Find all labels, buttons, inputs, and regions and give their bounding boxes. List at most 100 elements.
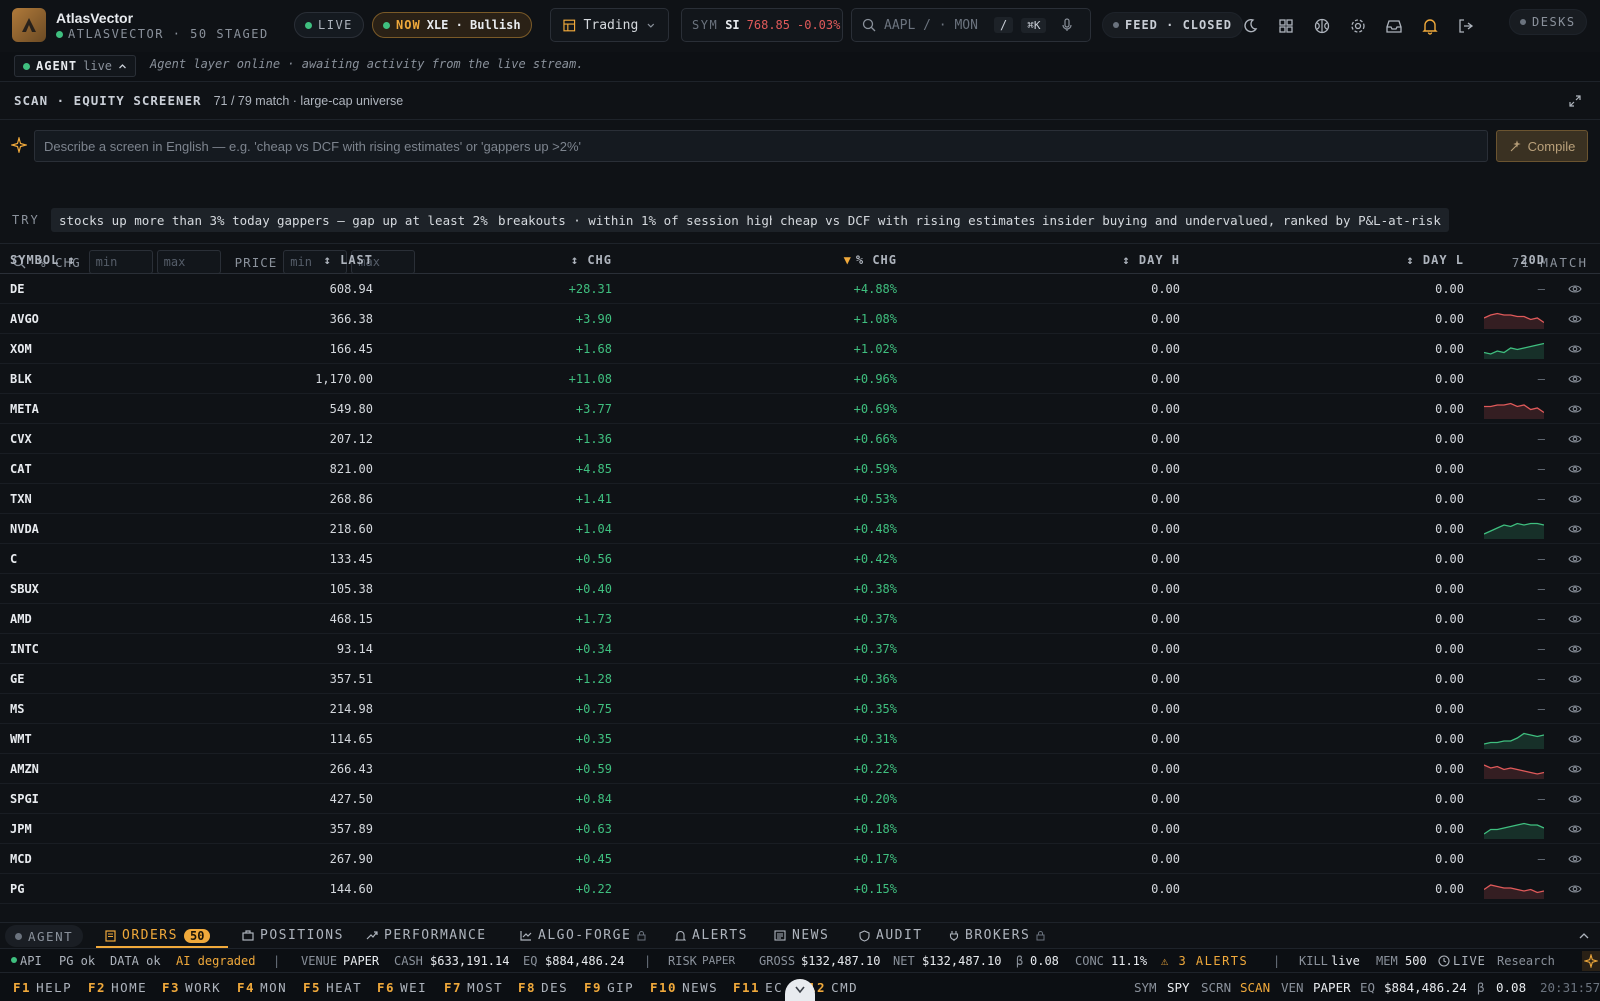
agent-toggle[interactable]: AGENT live (14, 55, 137, 77)
function-key-f10[interactable]: F10 NEWS (650, 980, 718, 995)
watch-eye-icon[interactable] (1568, 584, 1582, 594)
suggestion-chip[interactable]: cheap vs DCF with rising estimates (772, 208, 1044, 232)
table-row[interactable]: NVDA 218.60 +1.04 +0.48% 0.00 0.00 (0, 514, 1600, 544)
function-key-f5[interactable]: F5 HEAT (303, 980, 362, 995)
col-day-high[interactable]: ↕ DAY H (1122, 253, 1180, 267)
watch-eye-icon[interactable] (1568, 554, 1582, 564)
table-row[interactable]: SBUX 105.38 +0.40 +0.38% 0.00 0.00 — (0, 574, 1600, 604)
watch-eye-icon[interactable] (1568, 884, 1582, 894)
watch-eye-icon[interactable] (1568, 794, 1582, 804)
logout-icon[interactable] (1457, 17, 1475, 35)
table-row[interactable]: SPGI 427.50 +0.84 +0.20% 0.00 0.00 — (0, 784, 1600, 814)
scroll-handle-button[interactable] (785, 979, 815, 1001)
alerts-count[interactable]: ⚠ 3 ALERTS (1161, 954, 1248, 968)
bell-icon[interactable] (1421, 17, 1439, 35)
table-row[interactable]: AMD 468.15 +1.73 +0.37% 0.00 0.00 — (0, 604, 1600, 634)
tab-positions[interactable]: POSITIONS (242, 928, 344, 943)
table-row[interactable]: C 133.45 +0.56 +0.42% 0.00 0.00 — (0, 544, 1600, 574)
tab-alerts[interactable]: ALERTS (675, 928, 748, 943)
function-key-12[interactable]: 12 CMD (808, 980, 858, 995)
watch-eye-icon[interactable] (1568, 524, 1582, 534)
table-row[interactable]: CVX 207.12 +1.36 +0.66% 0.00 0.00 — (0, 424, 1600, 454)
watch-eye-icon[interactable] (1568, 674, 1582, 684)
tab-algo-forge[interactable]: ALGO-FORGE (520, 928, 646, 943)
watch-eye-icon[interactable] (1568, 854, 1582, 864)
function-key-f4[interactable]: F4 MON (237, 980, 287, 995)
feed-status[interactable]: FEED · CLOSED (1102, 12, 1243, 38)
table-row[interactable]: GE 357.51 +1.28 +0.36% 0.00 0.00 — (0, 664, 1600, 694)
col-last[interactable]: ↕ LAST (324, 253, 373, 267)
tab-audit[interactable]: AUDIT (859, 928, 923, 943)
grid-icon[interactable] (1277, 17, 1295, 35)
table-row[interactable]: XOM 166.45 +1.68 +1.02% 0.00 0.00 (0, 334, 1600, 364)
function-key-f9[interactable]: F9 GIP (584, 980, 634, 995)
command-search[interactable]: AAPL / · MON / ⌘K (851, 8, 1091, 42)
table-row[interactable]: JPM 357.89 +0.63 +0.18% 0.00 0.00 (0, 814, 1600, 844)
table-row[interactable]: MCD 267.90 +0.45 +0.17% 0.00 0.00 — (0, 844, 1600, 874)
search-input[interactable]: AAPL / · MON (884, 18, 986, 33)
watch-eye-icon[interactable] (1568, 344, 1582, 354)
suggestion-chip[interactable]: breakouts · within 1% of session high (490, 208, 785, 232)
brain-icon[interactable] (1313, 17, 1331, 35)
moon-icon[interactable] (1241, 17, 1259, 35)
watch-eye-icon[interactable] (1568, 734, 1582, 744)
table-row[interactable]: INTC 93.14 +0.34 +0.37% 0.00 0.00 — (0, 634, 1600, 664)
tab-performance[interactable]: PERFORMANCE (366, 928, 487, 943)
watch-eye-icon[interactable] (1568, 494, 1582, 504)
watch-eye-icon[interactable] (1568, 704, 1582, 714)
suggestion-chip[interactable]: insider buying and undervalued, ranked b… (1034, 208, 1449, 232)
table-row[interactable]: MS 214.98 +0.75 +0.35% 0.00 0.00 — (0, 694, 1600, 724)
table-row[interactable]: TXN 268.86 +1.41 +0.53% 0.00 0.00 — (0, 484, 1600, 514)
mode-select[interactable]: Trading (550, 8, 669, 42)
table-row[interactable]: WMT 114.65 +0.35 +0.31% 0.00 0.00 (0, 724, 1600, 754)
live-indicator[interactable]: LIVE (294, 12, 364, 38)
function-key-f7[interactable]: F7 MOST (444, 980, 503, 995)
table-row[interactable]: PG 144.60 +0.22 +0.15% 0.00 0.00 (0, 874, 1600, 904)
function-key-f3[interactable]: F3 WORK (162, 980, 221, 995)
kill-switch-state[interactable]: live (1331, 954, 1360, 968)
tab-news[interactable]: NEWS (774, 928, 829, 943)
table-row[interactable]: DE 608.94 +28.31 +4.88% 0.00 0.00 — (0, 274, 1600, 304)
expand-icon[interactable] (1568, 94, 1582, 108)
watch-eye-icon[interactable] (1568, 464, 1582, 474)
table-row[interactable]: BLK 1,170.00 +11.08 +0.96% 0.00 0.00 — (0, 364, 1600, 394)
watch-eye-icon[interactable] (1568, 614, 1582, 624)
watch-eye-icon[interactable] (1568, 644, 1582, 654)
table-row[interactable]: META 549.80 +3.77 +0.69% 0.00 0.00 (0, 394, 1600, 424)
desks-button[interactable]: DESKS (1509, 9, 1587, 35)
function-key-f1[interactable]: F1 HELP (13, 980, 72, 995)
table-row[interactable]: AVGO 366.38 +3.90 +1.08% 0.00 0.00 (0, 304, 1600, 334)
function-key-f6[interactable]: F6 WEI (377, 980, 427, 995)
function-key-f11[interactable]: F11 EC (733, 980, 783, 995)
inbox-icon[interactable] (1385, 17, 1403, 35)
symbol-ticker[interactable]: SYM SI 768.85 -0.03% (681, 8, 843, 42)
chevron-up-icon[interactable] (1578, 931, 1590, 941)
function-key-f2[interactable]: F2 HOME (88, 980, 147, 995)
col-day-low[interactable]: ↕ DAY L (1406, 253, 1464, 267)
watch-eye-icon[interactable] (1568, 404, 1582, 414)
watch-eye-icon[interactable] (1568, 824, 1582, 834)
watch-eye-icon[interactable] (1568, 434, 1582, 444)
compile-button[interactable]: Compile (1496, 130, 1588, 162)
now-regime-badge[interactable]: NOW XLE · Bullish (372, 12, 532, 38)
suggestion-chip[interactable]: stocks up more than 3% today (51, 208, 278, 232)
nl-screen-input[interactable]: Describe a screen in English — e.g. 'che… (34, 130, 1488, 162)
table-row[interactable]: AMZN 266.43 +0.59 +0.22% 0.00 0.00 (0, 754, 1600, 784)
tab-brokers[interactable]: BROKERS (949, 928, 1045, 943)
col-pct-chg[interactable]: ▼% CHG (844, 253, 897, 267)
gear-icon[interactable] (1349, 17, 1367, 35)
watch-eye-icon[interactable] (1568, 764, 1582, 774)
watch-eye-icon[interactable] (1568, 314, 1582, 324)
microphone-icon[interactable] (1060, 18, 1074, 32)
research-link[interactable]: Research (1497, 954, 1589, 968)
sparkle-fab[interactable] (1582, 951, 1600, 971)
table-row[interactable]: CAT 821.00 +4.85 +0.59% 0.00 0.00 — (0, 454, 1600, 484)
watch-eye-icon[interactable] (1568, 374, 1582, 384)
agent-dock-button[interactable]: AGENT (5, 925, 84, 947)
tab-orders[interactable]: ORDERS 50 (105, 928, 211, 943)
col-symbol[interactable]: SYMBOL ↕ (10, 253, 76, 267)
function-key-f8[interactable]: F8 DES (518, 980, 568, 995)
suggestion-chip[interactable]: gappers — gap up at least 2% (269, 208, 496, 232)
app-logo[interactable] (12, 8, 46, 42)
col-chg[interactable]: ↕ CHG (571, 253, 612, 267)
